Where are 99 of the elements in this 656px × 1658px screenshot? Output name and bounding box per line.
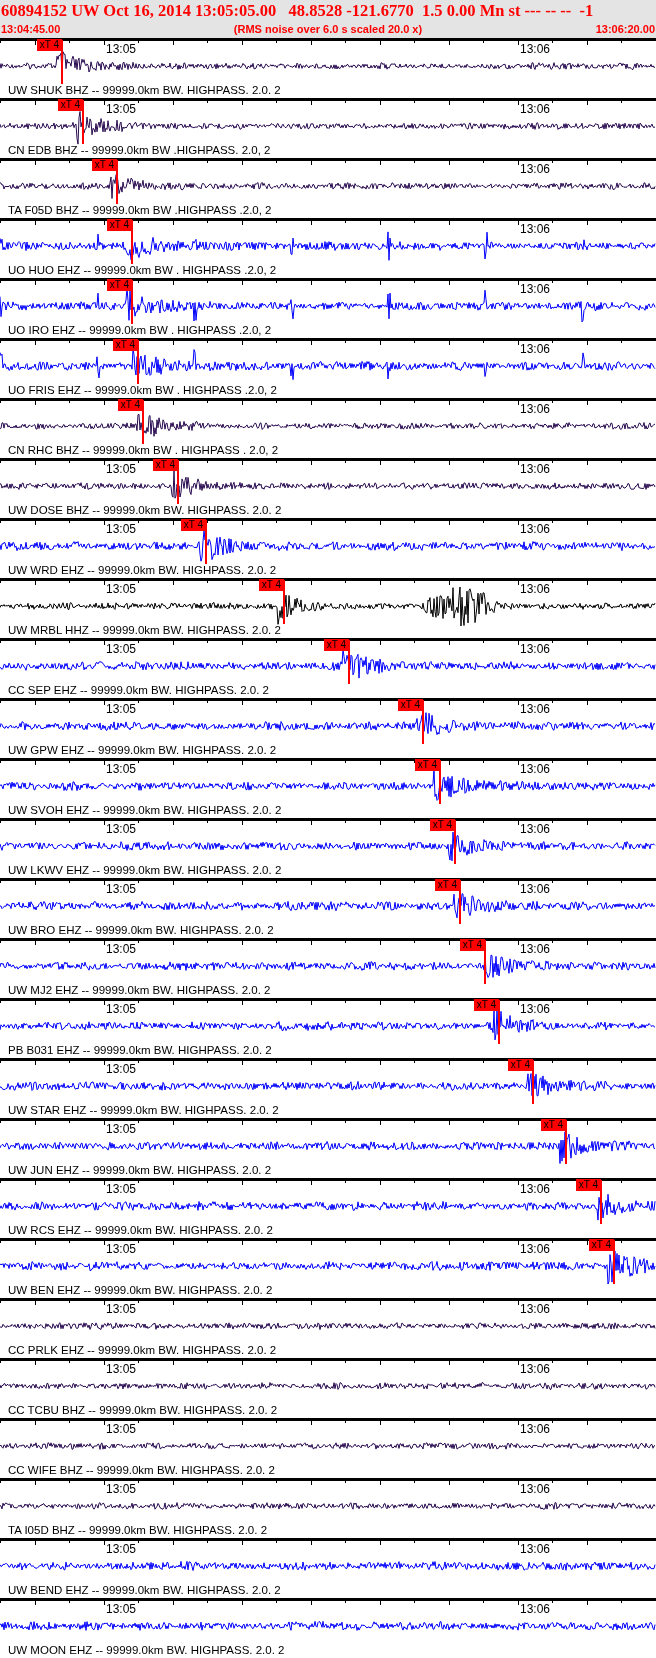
- time-label: 13:05: [106, 703, 137, 716]
- time-label: 13:05: [106, 583, 137, 596]
- time-label: 13:05: [106, 1303, 137, 1316]
- station-label: TA F05D BHZ -- 99999.0km BW .HIGHPASS .2.0, 2: [8, 204, 272, 217]
- time-label: 13:05: [106, 883, 137, 896]
- station-label: UW LKWV EHZ -- 99999.0km BW. HIGHPASS. 2.0. 2: [8, 864, 282, 877]
- pick-marker: xT 4: [36, 39, 62, 51]
- end-time: 13:06:20.00: [595, 22, 655, 36]
- station-label: UW MOON EHZ -- 99999.0km BW. HIGHPASS. 2.0. 2: [8, 1644, 285, 1657]
- station-label: PB B031 EHZ -- 99999.0km BW. HIGHPASS. 2.0. 2: [8, 1044, 272, 1057]
- station-label: UW MRBL HHZ -- 99999.0km BW. HIGHPASS. 2.0. 2: [8, 624, 281, 637]
- time-label: 13:06: [520, 943, 551, 956]
- time-label: 13:05: [106, 1423, 137, 1436]
- station-label: UW MJ2 EHZ -- 99999.0km BW. HIGHPASS. 2.0. 2: [8, 984, 271, 997]
- pick-marker: xT 4: [588, 1239, 614, 1251]
- time-label: 13:06: [520, 1543, 551, 1556]
- time-label: 13:05: [106, 943, 137, 956]
- time-label: 13:06: [520, 1363, 551, 1376]
- time-label: 13:06: [520, 583, 551, 596]
- pick-marker: xT 4: [106, 279, 132, 291]
- time-label: 13:06: [520, 223, 551, 236]
- time-label: 13:06: [520, 403, 551, 416]
- pick-marker: xT 4: [258, 579, 284, 591]
- time-label: 13:06: [520, 103, 551, 116]
- station-label: UW JUN EHZ -- 99999.0km BW. HIGHPASS. 2.0. 2: [8, 1164, 272, 1177]
- pick-marker: xT 4: [117, 399, 143, 411]
- time-label: 13:06: [520, 523, 551, 536]
- station-label: UW RCS EHZ -- 99999.0km BW. HIGHPASS. 2.0. 2: [8, 1224, 273, 1237]
- time-label: 13:06: [520, 1303, 551, 1316]
- time-label: 13:06: [520, 1003, 551, 1016]
- station-label: UW WRD EHZ -- 99999.0km BW. HIGHPASS. 2.0. 2: [8, 564, 277, 577]
- time-label: 13:05: [106, 1483, 137, 1496]
- time-label: 13:05: [106, 1183, 137, 1196]
- time-label: 13:05: [106, 523, 137, 536]
- pick-marker: xT 4: [414, 759, 440, 771]
- time-label: 13:06: [520, 283, 551, 296]
- time-label: 13:06: [520, 823, 551, 836]
- pick-marker: xT 4: [473, 999, 499, 1011]
- start-time: 13:04:45.00: [1, 22, 61, 36]
- station-label: TA I05D BHZ -- 99999.0km BW. HIGHPASS. 2.0. 2: [8, 1524, 268, 1537]
- station-label: CC SEP EHZ -- 99999.0km BW. HIGHPASS. 2.0. 2: [8, 684, 269, 697]
- time-label: 13:05: [106, 463, 137, 476]
- station-label: UW BEND EHZ -- 99999.0km BW. HIGHPASS. 2.0. 2: [8, 1584, 281, 1597]
- time-label: 13:05: [106, 1603, 137, 1616]
- station-label: UO HUO EHZ -- 99999.0km BW . HIGHPASS .2.0, 2: [8, 264, 277, 277]
- time-label: 13:06: [520, 1423, 551, 1436]
- time-label: 13:06: [520, 763, 551, 776]
- pick-marker: xT 4: [106, 219, 132, 231]
- pick-marker: xT 4: [507, 1059, 533, 1071]
- pick-marker: xT 4: [429, 819, 455, 831]
- time-label: 13:05: [106, 763, 137, 776]
- pick-marker: xT 4: [540, 1119, 566, 1131]
- pick-marker: xT 4: [397, 699, 423, 711]
- station-label: CC PRLK EHZ -- 99999.0km BW. HIGHPASS. 2.0. 2: [8, 1344, 277, 1357]
- scale-note: (RMS noise over 6.0 s scaled 20.0 x): [233, 22, 423, 36]
- time-label: 13:05: [106, 643, 137, 656]
- pick-marker: xT 4: [57, 99, 83, 111]
- time-label: 13:06: [520, 703, 551, 716]
- time-label: 13:06: [520, 343, 551, 356]
- time-label: 13:06: [520, 1243, 551, 1256]
- time-label: 13:05: [106, 103, 137, 116]
- pick-marker: xT 4: [152, 459, 178, 471]
- time-label: 13:05: [106, 43, 137, 56]
- pick-marker: xT 4: [575, 1179, 601, 1191]
- station-label: UW STAR EHZ -- 99999.0km BW. HIGHPASS. 2.0. 2: [8, 1104, 279, 1117]
- time-label: 13:05: [106, 1003, 137, 1016]
- station-label: UO FRIS EHZ -- 99999.0km BW . HIGHPASS .2.0, 2: [8, 384, 277, 397]
- time-label: 13:06: [520, 1603, 551, 1616]
- event-title: 60894152 UW Oct 16, 2014 13:05:05.00 48.8528 -121.6770 1.5 0.00 Mn st --- -- -- -1: [1, 0, 595, 22]
- pick-marker: xT 4: [434, 879, 460, 891]
- station-label: UW GPW EHZ -- 99999.0km BW. HIGHPASS. 2.0. 2: [8, 744, 277, 757]
- time-label: 13:05: [106, 1363, 137, 1376]
- time-label: 13:06: [520, 643, 551, 656]
- pick-marker: xT 4: [91, 159, 117, 171]
- station-label: CC TCBU BHZ -- 99999.0km BW. HIGHPASS. 2.0. 2: [8, 1404, 278, 1417]
- time-label: 13:06: [520, 463, 551, 476]
- pick-marker: xT 4: [112, 339, 138, 351]
- time-label: 13:05: [106, 1063, 137, 1076]
- time-label: 13:05: [106, 1543, 137, 1556]
- station-label: CN RHC BHZ -- 99999.0km BW . HIGHPASS . 2.0, 2: [8, 444, 279, 457]
- station-label: CN EDB BHZ -- 99999.0km BW .HIGHPASS. 2.0, 2: [8, 144, 271, 157]
- station-label: UW DOSE BHZ -- 99999.0km BW. HIGHPASS. 2.0. 2: [8, 504, 282, 517]
- time-label: 13:06: [520, 1483, 551, 1496]
- time-label: 13:05: [106, 1243, 137, 1256]
- time-label: 13:06: [520, 163, 551, 176]
- station-label: UO IRO EHZ -- 99999.0km BW . HIGHPASS .2.0, 2: [8, 324, 272, 337]
- station-label: UW SHUK BHZ -- 99999.0km BW. HIGHPASS. 2.0. 2: [8, 84, 281, 97]
- time-label: 13:05: [106, 823, 137, 836]
- time-label: 13:06: [520, 1183, 551, 1196]
- station-label: UW BRO EHZ -- 99999.0km BW. HIGHPASS. 2.0. 2: [8, 924, 274, 937]
- time-label: 13:06: [520, 43, 551, 56]
- station-label: UW BEN EHZ -- 99999.0km BW. HIGHPASS. 2.0. 2: [8, 1284, 273, 1297]
- pick-marker: xT 4: [180, 519, 206, 531]
- pick-marker: xT 4: [323, 639, 349, 651]
- time-label: 13:06: [520, 883, 551, 896]
- station-label: UW SVOH EHZ -- 99999.0km BW. HIGHPASS. 2.0. 2: [8, 804, 282, 817]
- time-label: 13:05: [106, 1123, 137, 1136]
- pick-marker: xT 4: [459, 939, 485, 951]
- station-label: CC WIFE BHZ -- 99999.0km BW. HIGHPASS. 2.0. 2: [8, 1464, 275, 1477]
